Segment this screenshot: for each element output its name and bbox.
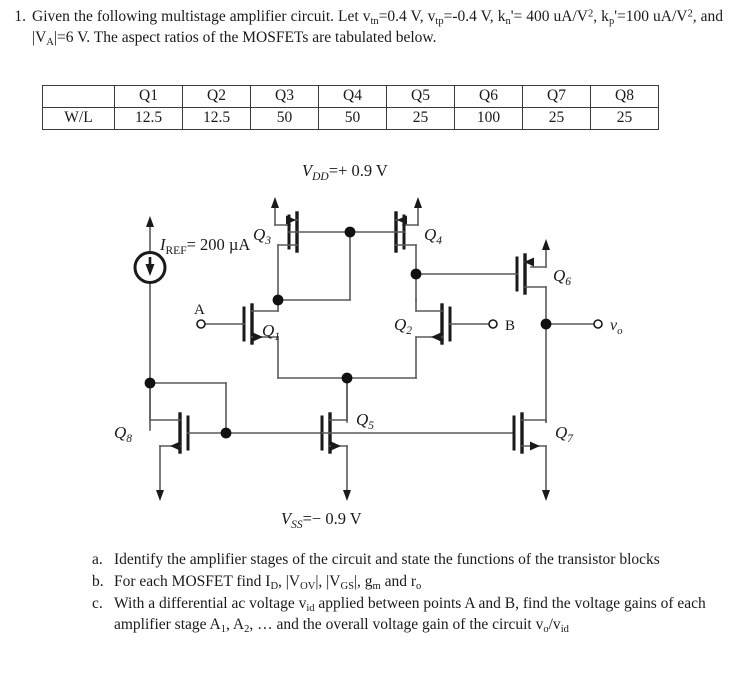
vss-label: VSS=− 0.9 V	[281, 509, 362, 531]
q5-label: Q5	[356, 410, 374, 432]
output-label-sub: o	[617, 325, 623, 337]
problem-statement: 1. Given the following multistage amplif…	[8, 6, 723, 48]
problem-text-seg-4: '= 400 uA/V	[510, 8, 589, 25]
subquestion-mark-c: c.	[92, 595, 103, 612]
problem-text-seg-5: , k	[593, 8, 609, 25]
q7-source-arrow-icon	[530, 441, 540, 451]
table-cell-wl-q8: 25	[590, 107, 659, 130]
q6-label: Q6	[553, 266, 571, 288]
table-col-header-q5: Q5	[386, 85, 455, 108]
table-col-header-q8: Q8	[590, 85, 659, 108]
vss-label-sub: SS	[291, 519, 303, 531]
table-header-row: Q1 Q2 Q3 Q4 Q5 Q6 Q7 Q8	[42, 85, 659, 108]
iref-label-value: = 200 µA	[187, 235, 251, 254]
problem-text-sub-va: A	[46, 36, 54, 48]
table-cell-wl-q7: 25	[522, 107, 591, 130]
problem-text-seg-8: |=6 V. The aspect ratios of the MOSFETs …	[53, 29, 437, 46]
problem-number: 1.	[14, 8, 26, 25]
vss-arrow-q5-icon	[343, 490, 351, 501]
subquestion-list: a. Identify the amplifier stages of the …	[92, 549, 722, 636]
subquestion-text-c: With a differential ac voltage vid appli…	[114, 595, 706, 635]
problem-text: Given the following multistage amplifier…	[32, 6, 723, 48]
table-row: W/L 12.5 12.5 50 50 25 100 25 25	[42, 107, 659, 130]
table-cell-wl-q3: 50	[250, 107, 319, 130]
table-col-header-q4: Q4	[318, 85, 387, 108]
q4-label: Q4	[424, 225, 442, 247]
input-terminal-a	[196, 319, 206, 329]
list-item: b. For each MOSFET find ID, |VOV|, |VGS|…	[92, 571, 722, 592]
table-cell-wl-q2: 12.5	[182, 107, 251, 130]
iref-up-arrow-icon	[146, 216, 154, 227]
list-item: a. Identify the amplifier stages of the …	[92, 549, 722, 570]
output-terminal	[593, 319, 603, 329]
table-row-header-wl: W/L	[42, 107, 115, 130]
aspect-ratio-table: Q1 Q2 Q3 Q4 Q5 Q6 Q7 Q8 W/L 12.5 12.5 50…	[42, 85, 659, 130]
vss-arrow-q7-icon	[542, 490, 550, 501]
table-col-header-q7: Q7	[522, 85, 591, 108]
table-col-header-q6: Q6	[454, 85, 523, 108]
table-corner-cell	[42, 85, 115, 108]
q8-label: Q8	[114, 423, 132, 445]
q2-source-arrow-icon	[431, 332, 441, 342]
node-dot-mirror-gate	[344, 226, 356, 238]
node-dot-q3-drain	[272, 294, 284, 306]
problem-text-sub-tn: tn	[370, 15, 379, 27]
q3-label: Q3	[253, 225, 271, 247]
problem-text-seg-2: =0.4 V, v	[378, 8, 436, 25]
node-dot-bias-bus	[220, 427, 232, 439]
terminal-a-label: A	[194, 302, 205, 318]
node-dot-output	[540, 318, 552, 330]
q5-source-arrow-icon	[331, 441, 341, 451]
vss-arrow-q8-icon	[156, 490, 164, 501]
vdd-label-sub: DD	[311, 171, 329, 183]
iref-label-sub: REF	[166, 245, 187, 257]
node-dot-iref	[144, 377, 156, 389]
terminal-b-label: B	[505, 318, 515, 334]
problem-text-seg-1: Given the following multistage amplifier…	[32, 8, 371, 25]
subquestion-text-b: For each MOSFET find ID, |VOV|, |VGS|, g…	[114, 573, 422, 592]
q4-source-arrow-icon	[397, 215, 407, 225]
vdd-label-value: =+ 0.9 V	[329, 161, 388, 180]
table-col-header-q3: Q3	[250, 85, 319, 108]
problem-text-seg-3: =-0.4 V, k	[443, 8, 506, 25]
node-dot-q4-drain	[410, 268, 422, 280]
problem-text-seg-6: '=100 uA/V	[614, 8, 688, 25]
list-item: c. With a differential ac voltage vid ap…	[92, 593, 722, 635]
q7-label: Q7	[555, 423, 574, 445]
output-label: vo	[610, 317, 623, 337]
subquestion-text-a: Identify the amplifier stages of the cir…	[114, 551, 660, 568]
table-cell-wl-q5: 25	[386, 107, 455, 130]
vss-label-value: =− 0.9 V	[303, 509, 362, 528]
input-terminal-b	[488, 319, 498, 329]
circuit-diagram: VDD=+ 0.9 V VSS=− 0.9 V IREF= 200 µA A B…	[0, 150, 733, 540]
vdd-label: VDD=+ 0.9 V	[302, 161, 388, 183]
vdd-arrow-q4-icon	[414, 197, 422, 208]
subquestion-mark-a: a.	[92, 551, 103, 568]
table-cell-wl-q4: 50	[318, 107, 387, 130]
vdd-arrow-q3-icon	[271, 197, 279, 208]
table-cell-wl-q6: 100	[454, 107, 523, 130]
problem-text-sub-tp: tp	[435, 15, 444, 27]
q1-label: Q1	[262, 321, 280, 343]
q3-source-arrow-icon	[286, 215, 296, 225]
table-col-header-q1: Q1	[114, 85, 183, 108]
table-cell-wl-q1: 12.5	[114, 107, 183, 130]
iref-label: IREF= 200 µA	[159, 235, 250, 257]
table-col-header-q2: Q2	[182, 85, 251, 108]
node-dot-tail	[341, 372, 353, 384]
vdd-arrow-q6-icon	[542, 239, 550, 250]
q8-source-arrow-icon	[170, 441, 180, 451]
q2-label: Q2	[394, 315, 412, 337]
subquestion-mark-b: b.	[92, 573, 104, 590]
